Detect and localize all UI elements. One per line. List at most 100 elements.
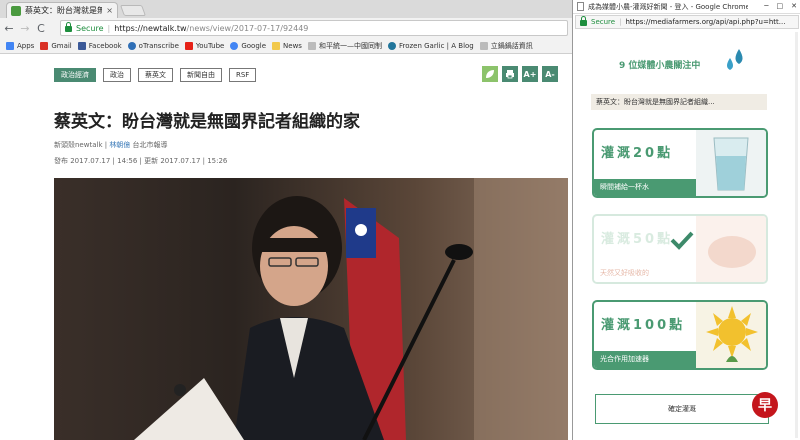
tag-rsf[interactable]: RSF <box>229 68 257 82</box>
tag-politics[interactable]: 政治 <box>103 68 131 82</box>
font-larger-icon[interactable]: A+ <box>522 66 538 82</box>
bookmark-google[interactable]: Google <box>230 41 267 50</box>
url-separator: | <box>107 23 111 33</box>
confirm-water-button[interactable]: 確定灌溉 <box>595 394 769 424</box>
water-50-card[interactable]: 灌溉50點 天然又好吸收的 <box>592 214 768 284</box>
bookmarks-bar: Apps Gmail Facebook oTranscribe YouTube … <box>0 38 572 54</box>
card-foot: 瞬間補給一杯水 <box>594 179 700 196</box>
article-dateline: 發布 2017.07.17 | 14:56 | 更新 2017.07.17 | … <box>54 157 228 165</box>
popup-window: 成為媒體小農-灌溉好新聞 - 登入 - Google Chrome ─ □ ✕ … <box>572 0 800 440</box>
document-icon <box>577 2 584 11</box>
tag-politics-economy[interactable]: 政治經濟 <box>54 68 96 82</box>
page-icon <box>307 41 316 50</box>
secure-label: Secure <box>76 23 104 33</box>
leaf-icon[interactable] <box>482 66 498 82</box>
window-controls: ─ □ ✕ <box>764 2 797 10</box>
watermark-logo: 早 <box>752 392 778 418</box>
bookmark-facebook[interactable]: Facebook <box>77 41 122 50</box>
bookmark-gmail[interactable]: Gmail <box>40 41 72 50</box>
print-icon[interactable] <box>502 66 518 82</box>
maximize-icon[interactable]: □ <box>777 2 784 10</box>
card-label: 灌溉20點 <box>601 146 674 161</box>
url-host: https://newtalk.tw <box>114 23 187 33</box>
bookmark-youtube[interactable]: YouTube <box>184 41 225 50</box>
popup-scrollbar[interactable] <box>795 32 798 438</box>
bookmark-label: News <box>283 41 302 50</box>
water-20-card[interactable]: 灌溉20點 瞬間補給一杯水 <box>592 128 768 198</box>
url-path: /news/view/2017-07-17/92449 <box>186 23 309 33</box>
screen: 蔡英文：盼台灣就是無國界記者組織的家 × ← → C Secure | http… <box>0 0 800 440</box>
forward-button[interactable]: → <box>18 20 32 36</box>
secure-label: Secure <box>591 18 616 26</box>
bookmark-news[interactable]: News <box>272 41 302 50</box>
apps-icon <box>6 41 14 50</box>
article-tags: 政治經濟 政治 蔡英文 新聞自由 RSF <box>54 68 257 82</box>
article-byline: 新頭殼newtalk | 林朝億 台北市報導 <box>54 140 168 150</box>
bookmark-li-guo[interactable]: 立鍋鍋話資訊 <box>479 41 533 51</box>
newtalk-favicon-icon <box>11 5 21 16</box>
back-button[interactable]: ← <box>2 20 16 36</box>
bookmark-label: Facebook <box>88 41 122 50</box>
bookmark-label: oTranscribe <box>138 41 179 50</box>
font-smaller-icon[interactable]: A- <box>542 66 558 82</box>
facebook-icon <box>77 41 86 50</box>
watch-count: 9 位媒體小農關注中 <box>619 61 701 71</box>
popup-address-bar[interactable]: Secure | https://mediafarmers.org/api/ap… <box>575 15 799 29</box>
popup-body: 9 位媒體小農關注中 蔡英文：盼台灣就是無國界記者組織... 灌溉20點 瞬間補… <box>573 30 800 440</box>
popup-titlebar: 成為媒體小農-灌溉好新聞 - 登入 - Google Chrome ─ □ ✕ <box>573 0 800 14</box>
youtube-icon <box>184 41 193 50</box>
article-author[interactable]: 林朝億 <box>109 141 130 149</box>
lock-icon <box>65 22 72 32</box>
article-tools: A+ A- <box>482 66 558 82</box>
bookmark-label: YouTube <box>195 41 225 50</box>
card-label: 灌溉100點 <box>601 318 686 333</box>
popup-article-title: 蔡英文：盼台灣就是無國界記者組織... <box>591 94 767 110</box>
article-source: 新頭殼newtalk | <box>54 141 110 149</box>
bookmark-otranscribe[interactable]: oTranscribe <box>127 41 179 50</box>
tab-close-icon[interactable]: × <box>106 6 113 15</box>
minimize-icon[interactable]: ─ <box>764 2 768 10</box>
article-page: 政治經濟 政治 蔡英文 新聞自由 RSF A+ A- 蔡英文：盼台灣就是無國界記… <box>0 54 572 440</box>
gmail-icon <box>40 41 49 50</box>
google-icon <box>230 41 239 50</box>
tab-title: 蔡英文：盼台灣就是無國界記者組織的家 <box>25 6 103 15</box>
new-tab-button[interactable] <box>119 5 147 16</box>
article-location: 台北市報導 <box>130 141 168 149</box>
main-browser-window: 蔡英文：盼台灣就是無國界記者組織的家 × ← → C Secure | http… <box>0 0 572 440</box>
water-100-card[interactable]: 灌溉100點 光合作用加速器 <box>592 300 768 370</box>
tag-tsai[interactable]: 蔡英文 <box>138 68 173 82</box>
bookmark-label: 和平統一—中國同制 <box>318 41 382 50</box>
article-photo <box>54 178 568 440</box>
bookmark-label: 立鍋鍋話資訊 <box>490 41 533 50</box>
bookmark-heping[interactable]: 和平統一—中國同制 <box>307 41 382 51</box>
browser-toolbar: ← → C Secure | https://newtalk.tw /news/… <box>0 18 572 38</box>
wordpress-icon <box>387 41 396 50</box>
tab-strip: 蔡英文：盼台灣就是無國界記者組織的家 × <box>0 0 572 18</box>
sun-icon <box>696 302 766 368</box>
water-drops-icon <box>727 49 743 70</box>
lock-icon <box>580 16 587 26</box>
address-bar[interactable]: Secure | https://newtalk.tw /news/view/2… <box>60 20 568 36</box>
browser-tab[interactable]: 蔡英文：盼台灣就是無國界記者組織的家 × <box>6 2 118 18</box>
bookmark-frozen-garlic[interactable]: Frozen Garlic | A Blog <box>387 41 474 50</box>
water-glass-icon <box>696 130 766 196</box>
popup-title: 成為媒體小農-灌溉好新聞 - 登入 - Google Chrome <box>588 2 748 11</box>
page-icon <box>479 41 488 50</box>
otranscribe-icon <box>127 41 136 50</box>
bookmark-apps[interactable]: Apps <box>6 41 35 50</box>
folder-icon <box>272 41 281 50</box>
article-headline: 蔡英文：盼台灣就是無國界記者組織的家 <box>54 112 360 132</box>
close-icon[interactable]: ✕ <box>791 2 797 10</box>
check-icon <box>670 231 694 250</box>
bookmark-label: Apps <box>17 41 35 50</box>
fertilizer-icon <box>696 216 766 282</box>
url-separator: | <box>619 18 622 26</box>
card-foot: 天然又好吸收的 <box>594 265 700 282</box>
card-foot: 光合作用加速器 <box>594 351 700 368</box>
reload-button[interactable]: C <box>34 20 48 36</box>
tag-press-freedom[interactable]: 新聞自由 <box>180 68 222 82</box>
bookmark-label: Google <box>241 41 267 50</box>
bookmark-label: Frozen Garlic | A Blog <box>398 41 474 50</box>
card-label: 灌溉50點 <box>601 232 674 247</box>
popup-url: https://mediafarmers.org/api/api.php?u=h… <box>625 18 786 26</box>
